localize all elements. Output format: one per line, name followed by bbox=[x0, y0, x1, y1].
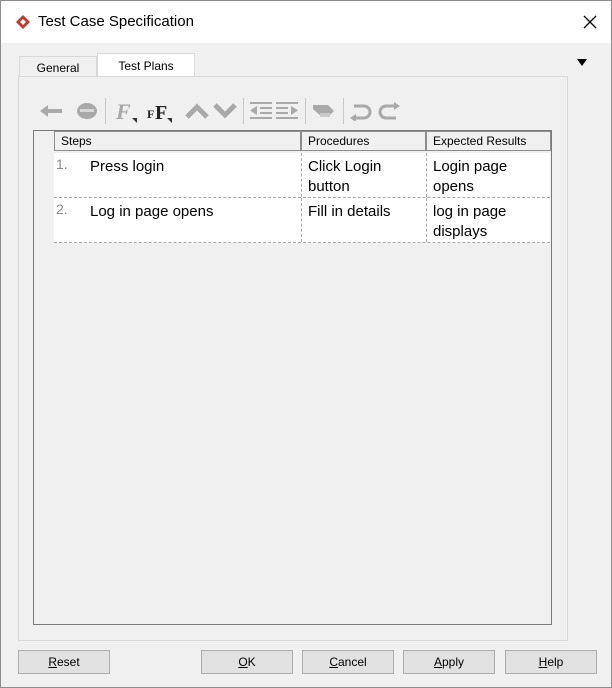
row-number: 2. bbox=[56, 201, 68, 217]
font-button[interactable]: F bbox=[111, 96, 139, 126]
svg-text:F: F bbox=[155, 102, 167, 124]
svg-text:F: F bbox=[115, 99, 131, 124]
column-header-expected-results[interactable]: Expected Results bbox=[426, 131, 551, 151]
redo-button[interactable] bbox=[375, 96, 403, 126]
step-cell[interactable]: Log in page opens bbox=[90, 198, 300, 242]
dialog-window: Test Case Specification General Test Pla… bbox=[0, 0, 612, 688]
dialog-title: Test Case Specification bbox=[38, 13, 194, 30]
apply-button[interactable]: Apply bbox=[403, 650, 495, 674]
move-up-icon bbox=[185, 103, 209, 119]
column-header-procedures[interactable]: Procedures bbox=[301, 131, 426, 151]
tab-general[interactable]: General bbox=[19, 56, 97, 78]
indent-icon bbox=[276, 102, 298, 119]
expected-result-cell[interactable]: Login page opens bbox=[433, 153, 548, 197]
cancel-label: ancel bbox=[337, 655, 367, 669]
remove-icon bbox=[77, 103, 97, 119]
font-size-button[interactable]: F F bbox=[145, 96, 173, 126]
eraser-icon bbox=[313, 105, 334, 117]
undo-button[interactable] bbox=[347, 96, 375, 126]
column-divider bbox=[301, 153, 302, 197]
table-row[interactable]: 2. Log in page opens Fill in details log… bbox=[54, 198, 550, 243]
toolbar-separator bbox=[105, 98, 106, 124]
reset-button[interactable]: Reset bbox=[18, 650, 110, 674]
test-steps-table: Steps Procedures Expected Results 1. Pre… bbox=[33, 130, 552, 625]
ok-mnemonic: O bbox=[238, 655, 248, 669]
reset-label: eset bbox=[56, 655, 80, 669]
title-bar: Test Case Specification bbox=[1, 1, 611, 43]
ok-button[interactable]: OK bbox=[201, 650, 293, 674]
expected-result-cell[interactable]: log in page displays bbox=[433, 198, 548, 242]
column-divider bbox=[426, 153, 427, 197]
help-label: elp bbox=[547, 655, 564, 669]
move-down-button[interactable] bbox=[211, 96, 239, 126]
table-row[interactable]: 1. Press login Click Login button Login … bbox=[54, 153, 550, 198]
procedure-cell[interactable]: Fill in details bbox=[308, 198, 423, 242]
close-button[interactable] bbox=[569, 1, 611, 43]
eraser-button[interactable] bbox=[309, 96, 337, 126]
app-logo-icon bbox=[16, 15, 30, 29]
close-icon bbox=[583, 15, 597, 29]
toolbar-separator bbox=[343, 98, 344, 124]
back-arrow-icon bbox=[40, 105, 62, 117]
step-cell[interactable]: Press login bbox=[90, 153, 300, 197]
help-button[interactable]: Help bbox=[505, 650, 597, 674]
redo-icon bbox=[378, 102, 400, 120]
table-header-row: Steps Procedures Expected Results bbox=[34, 131, 551, 153]
procedure-cell[interactable]: Click Login button bbox=[308, 153, 423, 197]
ok-label: K bbox=[247, 655, 256, 669]
help-mnemonic: H bbox=[538, 655, 548, 669]
column-header-steps[interactable]: Steps bbox=[54, 131, 301, 151]
undo-icon bbox=[350, 104, 372, 121]
toolbar-separator bbox=[305, 98, 306, 124]
row-number: 1. bbox=[56, 156, 68, 172]
editor-toolbar: F F F bbox=[37, 96, 407, 126]
column-divider bbox=[426, 198, 427, 242]
outdent-button[interactable] bbox=[247, 96, 275, 126]
indent-button[interactable] bbox=[273, 96, 301, 126]
move-up-button[interactable] bbox=[183, 96, 211, 126]
apply-mnemonic: A bbox=[433, 655, 442, 669]
remove-button[interactable] bbox=[73, 96, 101, 126]
cancel-button[interactable]: Cancel bbox=[302, 650, 394, 674]
toolbar-separator bbox=[243, 98, 244, 124]
font-icon: F bbox=[115, 99, 137, 124]
apply-label: pply bbox=[442, 655, 465, 669]
outdent-icon bbox=[250, 102, 272, 119]
font-size-icon: F F bbox=[147, 102, 172, 124]
dropdown-triangle-icon[interactable] bbox=[577, 59, 587, 67]
reset-mnemonic: R bbox=[48, 655, 57, 669]
tab-test-plans[interactable]: Test Plans bbox=[97, 53, 195, 78]
cancel-mnemonic: C bbox=[329, 655, 338, 669]
back-arrow-button[interactable] bbox=[37, 96, 65, 126]
move-down-icon bbox=[213, 103, 237, 119]
svg-text:F: F bbox=[147, 107, 154, 121]
column-divider bbox=[301, 198, 302, 242]
